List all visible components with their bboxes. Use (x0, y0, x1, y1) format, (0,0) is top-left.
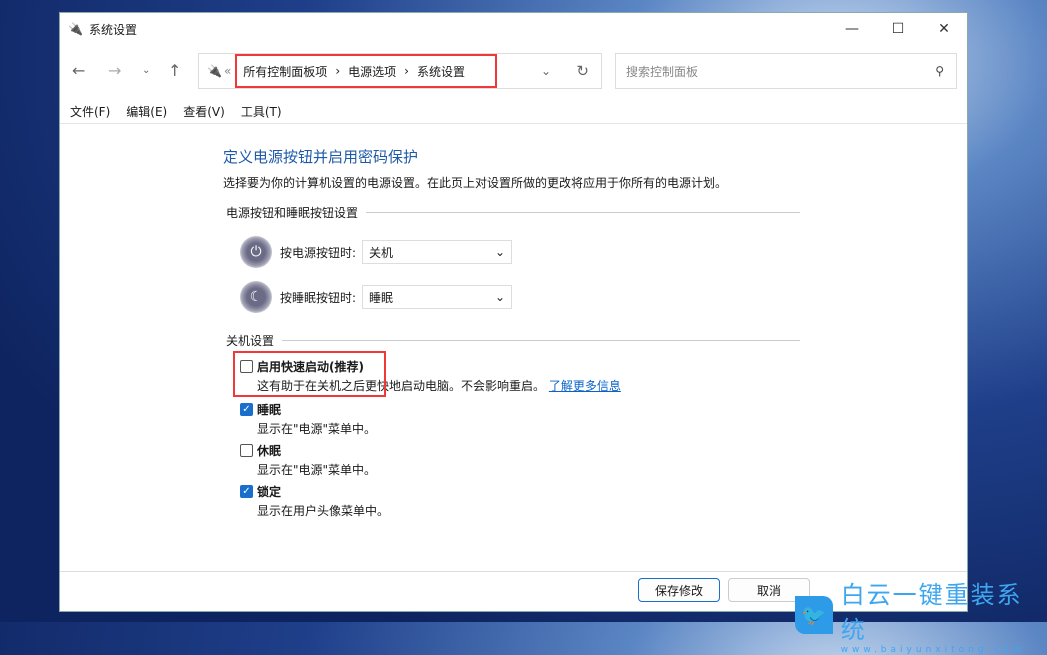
watermark: 🐦 白云一键重装系统www.baiyunxitong.com (795, 575, 1047, 655)
overflow-chevron-icon: « (224, 64, 231, 78)
power-button-select[interactable]: 关机 ⌄ (362, 240, 512, 264)
sleep-button-select[interactable]: 睡眠 ⌄ (362, 285, 512, 309)
watermark-url: www.baiyunxitong.com (841, 645, 1047, 655)
sleep-checkbox[interactable]: ✓ 睡眠 (240, 401, 281, 418)
power-icon: ⏻ (240, 236, 272, 268)
section-label: 关机设置 (226, 332, 274, 349)
back-icon[interactable]: ← (72, 61, 85, 80)
bird-logo-icon: 🐦 (795, 596, 833, 634)
hibernate-checkbox[interactable]: 休眠 (240, 442, 281, 459)
checkbox-label: 休眠 (257, 442, 281, 459)
save-button[interactable]: 保存修改 (638, 578, 720, 602)
select-value: 关机 (369, 244, 393, 261)
maximize-button[interactable]: ☐ (875, 13, 921, 45)
page-subtitle: 选择要为你的计算机设置的电源设置。在此页上对设置所做的更改将应用于你所有的电源计… (223, 174, 727, 191)
menu-tools[interactable]: 工具(T) (241, 103, 282, 120)
checkbox-box[interactable] (240, 444, 253, 457)
power-section-header: 电源按钮和睡眠按钮设置 (226, 204, 800, 221)
shutdown-section-header: 关机设置 (226, 332, 800, 349)
learn-more-link[interactable]: 了解更多信息 (549, 379, 621, 393)
close-button[interactable]: ✕ (921, 13, 967, 45)
sleep-desc: 显示在"电源"菜单中。 (257, 420, 376, 437)
minimize-button[interactable]: — (829, 13, 875, 45)
checkbox-label: 睡眠 (257, 401, 281, 418)
menu-view[interactable]: 查看(V) (183, 103, 225, 120)
search-input[interactable]: 搜索控制面板 ⚲ (615, 53, 957, 89)
sleep-icon: ☾ (240, 281, 272, 313)
up-icon[interactable]: ↑ (168, 61, 181, 80)
page-title: 定义电源按钮并启用密码保护 (223, 146, 418, 167)
sleep-button-label: 按睡眠按钮时: (280, 289, 362, 306)
search-placeholder: 搜索控制面板 (626, 63, 698, 80)
menu-file[interactable]: 文件(F) (70, 103, 110, 120)
checkbox-box[interactable]: ✓ (240, 403, 253, 416)
chevron-down-icon: ⌄ (495, 245, 505, 259)
watermark-name: 白云一键重装系统 (841, 575, 1047, 645)
chevron-down-icon[interactable]: ⌄ (541, 64, 551, 78)
power-button-label: 按电源按钮时: (280, 244, 362, 261)
chevron-down-icon: ⌄ (495, 290, 505, 304)
lock-checkbox[interactable]: ✓ 锁定 (240, 483, 281, 500)
select-value: 睡眠 (369, 289, 393, 306)
control-panel-icon: 🔌 (207, 64, 222, 78)
control-panel-icon: 🔌 (68, 22, 83, 36)
recent-dropdown-icon[interactable]: ⌄ (142, 65, 150, 76)
checkbox-label: 锁定 (257, 483, 281, 500)
section-label: 电源按钮和睡眠按钮设置 (226, 204, 358, 221)
highlight-box (233, 351, 386, 397)
highlight-box (235, 54, 497, 88)
window-title: 系统设置 (89, 21, 137, 38)
hibernate-desc: 显示在"电源"菜单中。 (257, 461, 376, 478)
search-icon[interactable]: ⚲ (935, 64, 944, 78)
forward-icon[interactable]: → (108, 61, 121, 80)
system-settings-window: 🔌 系统设置 — ☐ ✕ ← → ⌄ ↑ 🔌 « 所有控制面板项 › 电源选项 … (59, 12, 968, 612)
checkbox-box[interactable]: ✓ (240, 485, 253, 498)
refresh-icon[interactable]: ↻ (576, 62, 589, 80)
menu-edit[interactable]: 编辑(E) (126, 103, 167, 120)
lock-desc: 显示在用户头像菜单中。 (257, 502, 389, 519)
